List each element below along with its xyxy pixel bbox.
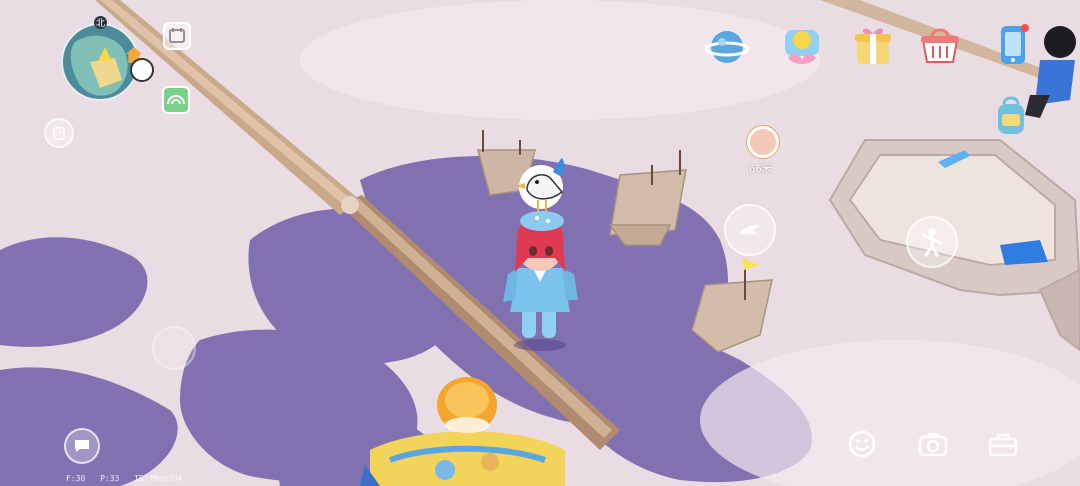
debug-f: F:30 bbox=[66, 474, 86, 483]
shopping-basket-icon[interactable] bbox=[917, 22, 963, 68]
emoji-icon[interactable] bbox=[846, 428, 878, 460]
duck-gift-icon[interactable] bbox=[779, 22, 825, 68]
minimap-graphic bbox=[61, 23, 139, 101]
debug-readout: F:30 P:33 ID:fbsq?d4 bbox=[66, 474, 192, 483]
swim-action-icon[interactable] bbox=[724, 204, 776, 256]
minimap-north-label: 北 bbox=[94, 16, 107, 29]
dance-action-icon[interactable] bbox=[906, 216, 958, 268]
minimap[interactable]: 北 bbox=[60, 16, 154, 102]
debug-id: ID:fbsq?d4 bbox=[134, 474, 183, 483]
camera-icon[interactable] bbox=[916, 428, 950, 460]
debug-p: P:33 bbox=[100, 474, 120, 483]
album-icon[interactable] bbox=[163, 22, 191, 50]
chat-icon[interactable] bbox=[64, 428, 100, 464]
friend-avatar-icon bbox=[130, 58, 154, 82]
friend-distance-label: 66米 bbox=[749, 164, 772, 175]
clipboard-icon[interactable] bbox=[44, 118, 74, 148]
notification-dot bbox=[1021, 24, 1029, 32]
toolbox-icon[interactable] bbox=[986, 428, 1020, 460]
rainbow-icon[interactable] bbox=[162, 86, 190, 114]
bucket bbox=[437, 377, 497, 433]
planet-icon[interactable] bbox=[704, 24, 750, 70]
player-marker-icon bbox=[98, 47, 112, 61]
phone-icon[interactable] bbox=[990, 22, 1036, 68]
joystick-icon[interactable] bbox=[152, 326, 196, 370]
gift-box-icon[interactable] bbox=[850, 22, 896, 68]
friend-avatar bbox=[747, 126, 779, 158]
friend-marker[interactable]: 66米 bbox=[745, 126, 779, 176]
backpack-icon[interactable] bbox=[988, 94, 1034, 140]
